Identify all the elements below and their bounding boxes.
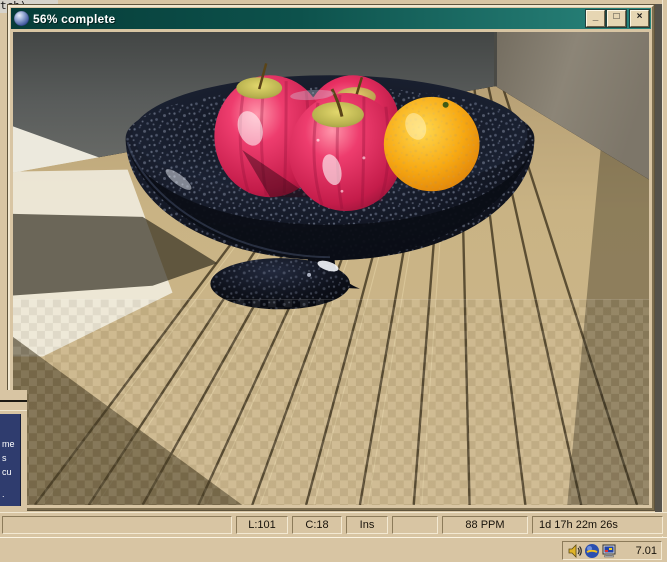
desktop: tch) 56% complete _ □ × [0, 0, 667, 562]
render-canvas [13, 32, 649, 505]
status-panel-empty [392, 516, 438, 534]
taskbar-clock[interactable]: 7.01 [618, 545, 657, 557]
close-button[interactable]: × [630, 10, 649, 27]
render-window[interactable]: 56% complete _ □ × [8, 5, 654, 510]
taskbar[interactable]: 7.01 [0, 537, 667, 562]
raytraced-scene [13, 32, 649, 505]
volume-icon[interactable] [567, 543, 583, 559]
message-line: me [2, 440, 15, 449]
message-line: s [2, 454, 7, 463]
status-panel-insert-mode: Ins [346, 516, 388, 534]
maximize-button[interactable]: □ [607, 10, 626, 27]
status-panel-render-speed: 88 PPM [442, 516, 528, 534]
messages-window-highlight [0, 410, 27, 411]
window-gap [655, 4, 662, 512]
orange [384, 97, 480, 191]
display-icon[interactable] [601, 543, 617, 559]
render-window-icon [14, 11, 29, 26]
messages-window-edge [0, 400, 27, 402]
status-panel-elapsed-time: 1d 17h 22m 26s [532, 516, 663, 534]
messages-window-fragment[interactable]: me s cu . [0, 390, 27, 511]
message-line: cu [2, 468, 12, 477]
povray-tray-icon[interactable] [584, 543, 600, 559]
system-tray[interactable]: 7.01 [562, 541, 662, 560]
messages-window-text-area: me s cu . [0, 414, 21, 506]
status-panel-general [2, 516, 232, 534]
message-line: . [2, 490, 5, 499]
status-panel-column: C:18 [292, 516, 342, 534]
status-bar: L:101 C:18 Ins 88 PPM 1d 17h 22m 26s [0, 512, 667, 536]
orange-stem [443, 102, 449, 108]
app-frame-right [662, 0, 667, 537]
minimize-button[interactable]: _ [586, 10, 605, 27]
status-panel-line: L:101 [236, 516, 288, 534]
render-window-titlebar[interactable]: 56% complete _ □ × [11, 8, 651, 29]
mosaic-preview-region [13, 299, 649, 505]
render-progress-title: 56% complete [33, 12, 584, 26]
